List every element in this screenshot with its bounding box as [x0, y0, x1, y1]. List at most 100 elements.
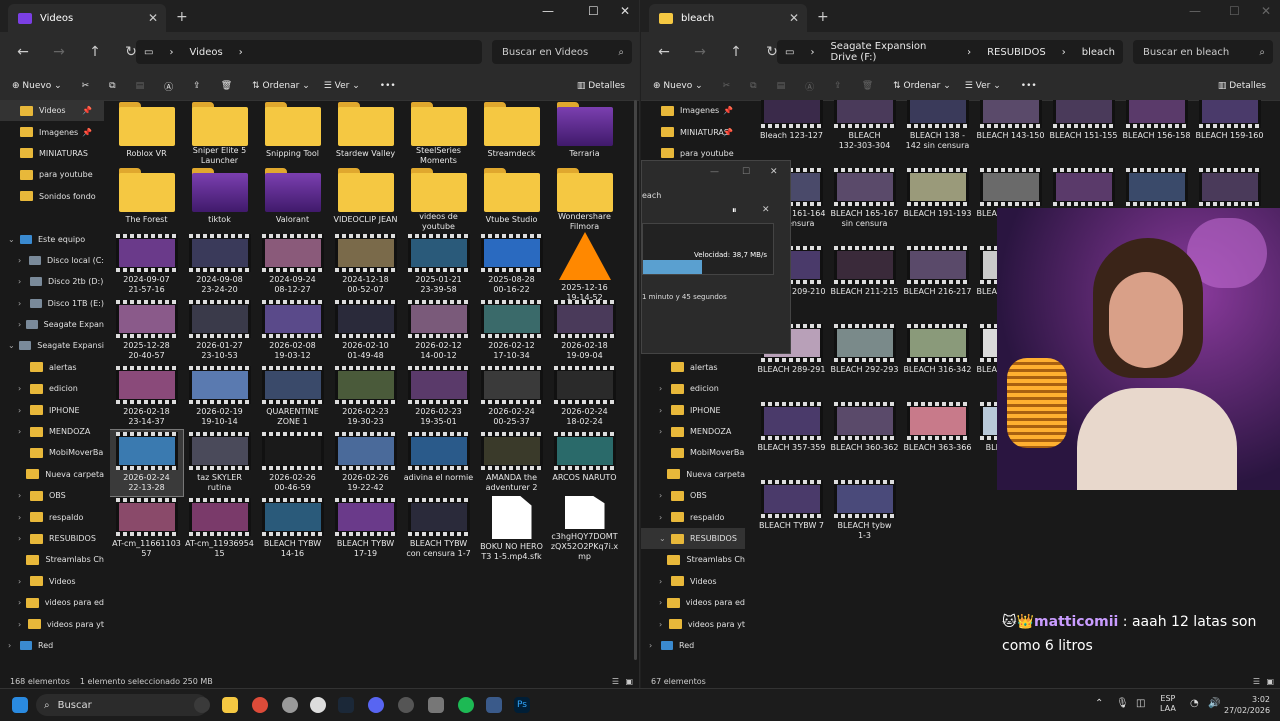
file-item[interactable]: 2026-02-18 23-14-37 [110, 364, 183, 430]
more-options-icon[interactable]: ••• [1021, 81, 1037, 91]
file-item[interactable]: BLEACH 360-362 [828, 400, 901, 478]
settings-gear-icon[interactable] [282, 697, 298, 713]
chevron-down-icon[interactable]: ⌄ [8, 235, 20, 244]
chevron-right-icon[interactable]: › [18, 384, 30, 393]
file-item[interactable]: SteelSeries Moments [402, 100, 475, 166]
file-item[interactable]: BLEACH 132-303-304 [828, 100, 901, 166]
sidebar-item[interactable]: MINIATURAS [0, 143, 104, 164]
minimize-icon[interactable]: — [542, 4, 554, 18]
tab-videos[interactable]: Videos ✕ [8, 4, 166, 32]
pause-icon[interactable]: ⏸ [732, 206, 737, 216]
maximize-icon[interactable]: ☐ [1229, 4, 1240, 18]
file-explorer-icon[interactable] [222, 697, 238, 713]
popup-maximize-icon[interactable]: ☐ [742, 167, 750, 177]
sidebar-item[interactable]: › RESUBIDOS [0, 528, 104, 549]
sidebar-item[interactable]: MobiMoverBa [641, 442, 745, 463]
file-item[interactable]: 2025-01-21 23-39-58 [402, 232, 475, 298]
sort-button[interactable]: ⇅ Ordenar ⌄ [893, 81, 951, 91]
close-tab-icon[interactable]: ✕ [148, 11, 158, 25]
file-item[interactable]: Wondershare Filmora [548, 166, 621, 232]
steam-icon[interactable] [338, 697, 354, 713]
new-button[interactable]: ⊕ Nuevo ⌄ [12, 81, 62, 91]
sidebar-item[interactable]: Imagenes 📌 [0, 121, 104, 142]
copy-icon[interactable]: ⧉ [750, 81, 756, 91]
chevron-right-icon[interactable]: › [659, 384, 671, 393]
back-icon[interactable]: ← [651, 44, 677, 60]
sidebar-item[interactable]: › videos para yt [0, 613, 104, 634]
sidebar-item[interactable]: Streamlabs Ch [0, 549, 104, 570]
file-item[interactable]: 2024-12-18 00-52-07 [329, 232, 402, 298]
chevron-down-icon[interactable]: ⌄ [659, 534, 671, 543]
chevron-right-icon[interactable]: › [18, 427, 30, 436]
file-item[interactable]: 2026-02-24 18-02-24 [548, 364, 621, 430]
file-item[interactable]: Stardew Valley [329, 100, 402, 166]
file-item[interactable]: BLEACH 143-150 [974, 100, 1047, 166]
sidebar-item[interactable]: › Red [641, 635, 745, 656]
file-item[interactable]: The Forest [110, 166, 183, 232]
sidebar-item[interactable]: › IPHONE [0, 399, 104, 420]
sidebar-item[interactable]: Videos 📌 [0, 100, 104, 122]
discord-icon[interactable] [368, 697, 384, 713]
scrollbar[interactable] [634, 100, 637, 660]
sidebar-item[interactable]: ⌄ RESUBIDOS [641, 527, 745, 550]
chevron-right-icon[interactable]: › [18, 320, 26, 329]
details-view-icon[interactable]: ☰ [1253, 677, 1260, 686]
microphone-icon[interactable]: 🎙 [1116, 698, 1129, 709]
file-item[interactable]: 2026-02-12 14-00-12 [402, 298, 475, 364]
new-tab-icon[interactable]: + [817, 9, 829, 25]
spotify-icon[interactable] [458, 697, 474, 713]
file-item[interactable]: 2026-02-26 19-22-42 [329, 430, 402, 496]
wifi-icon[interactable]: ◔ [1190, 698, 1199, 709]
chevron-right-icon[interactable]: › [659, 513, 671, 522]
search-input[interactable]: Buscar en Videos ⌕ [492, 40, 632, 64]
more-options-icon[interactable]: ••• [380, 81, 396, 91]
file-item[interactable]: AMANDA the adventurer 2 [475, 430, 548, 496]
file-item[interactable]: BLEACH 363-366 [901, 400, 974, 478]
file-item[interactable]: adivina el normie [402, 430, 475, 496]
sidebar-item[interactable]: › respaldo [641, 506, 745, 527]
sidebar-item[interactable]: › IPHONE [641, 399, 745, 420]
file-item[interactable]: BLEACH TYBW con censura 1-7 [402, 496, 475, 562]
file-item[interactable]: 2024-09-08 23-24-20 [183, 232, 256, 298]
file-item[interactable]: BLEACH 138 - 142 sin censura [901, 100, 974, 166]
windows-start-icon[interactable] [12, 697, 28, 713]
address-bar[interactable]: ▭ › Seagate Expansion Drive (F:) › RESUBID… [777, 40, 1123, 64]
file-item[interactable]: BLEACH 191-193 [901, 166, 974, 244]
sort-button[interactable]: ⇅ Ordenar ⌄ [252, 81, 310, 91]
minimize-icon[interactable]: — [1189, 4, 1201, 18]
file-item[interactable]: BLEACH 216-217 [901, 244, 974, 322]
file-item[interactable]: 2024-09-24 08-12-27 [256, 232, 329, 298]
network-icon[interactable]: ◫ [1136, 698, 1145, 709]
back-icon[interactable]: ← [10, 44, 36, 60]
file-item[interactable]: 2026-02-18 19-09-04 [548, 298, 621, 364]
rename-icon[interactable]: Ⓐ [805, 80, 814, 93]
volume-icon[interactable]: 🔊 [1208, 698, 1220, 709]
file-item[interactable]: 2026-02-12 17-10-34 [475, 298, 548, 364]
breadcrumb-bleach[interactable]: bleach [1082, 47, 1115, 58]
file-item[interactable]: QUARENTINE ZONE 1 [256, 364, 329, 430]
close-tab-icon[interactable]: ✕ [789, 11, 799, 25]
cancel-icon[interactable]: ✕ [762, 205, 770, 215]
chevron-right-icon[interactable]: › [18, 620, 28, 629]
sidebar-item[interactable]: para youtube [0, 164, 104, 185]
cut-icon[interactable]: ✂ [82, 81, 90, 91]
sidebar-item[interactable]: › videos para ed [641, 592, 745, 613]
file-item[interactable]: BLEACH 316-342 [901, 322, 974, 400]
file-item[interactable]: 2025-12-28 20-40-57 [110, 298, 183, 364]
view-button[interactable]: ☰ Ver ⌄ [965, 81, 1001, 91]
chevron-right-icon[interactable]: › [18, 406, 30, 415]
chevron-right-icon[interactable]: › [8, 641, 20, 650]
chevron-right-icon[interactable]: › [18, 577, 30, 586]
file-item[interactable]: Roblox VR [110, 100, 183, 166]
sidebar-item[interactable]: › Disco 2tb (D:) [0, 271, 104, 292]
file-item[interactable]: Terraria [548, 100, 621, 166]
file-item[interactable]: BLEACH 165-167 sin censura [828, 166, 901, 244]
file-item[interactable]: taz SKYLER rutina [183, 430, 256, 496]
large-icons-view-icon[interactable]: ▣ [625, 677, 633, 686]
chevron-right-icon[interactable]: › [659, 427, 671, 436]
sidebar-item[interactable]: › edicion [0, 378, 104, 399]
sidebar-item[interactable]: ⌄ Seagate Expansi [0, 335, 104, 356]
file-item[interactable]: 2026-02-08 19-03-12 [256, 298, 329, 364]
file-item[interactable]: 2026-01-27 23-10-53 [183, 298, 256, 364]
cut-icon[interactable]: ✂ [723, 81, 731, 91]
